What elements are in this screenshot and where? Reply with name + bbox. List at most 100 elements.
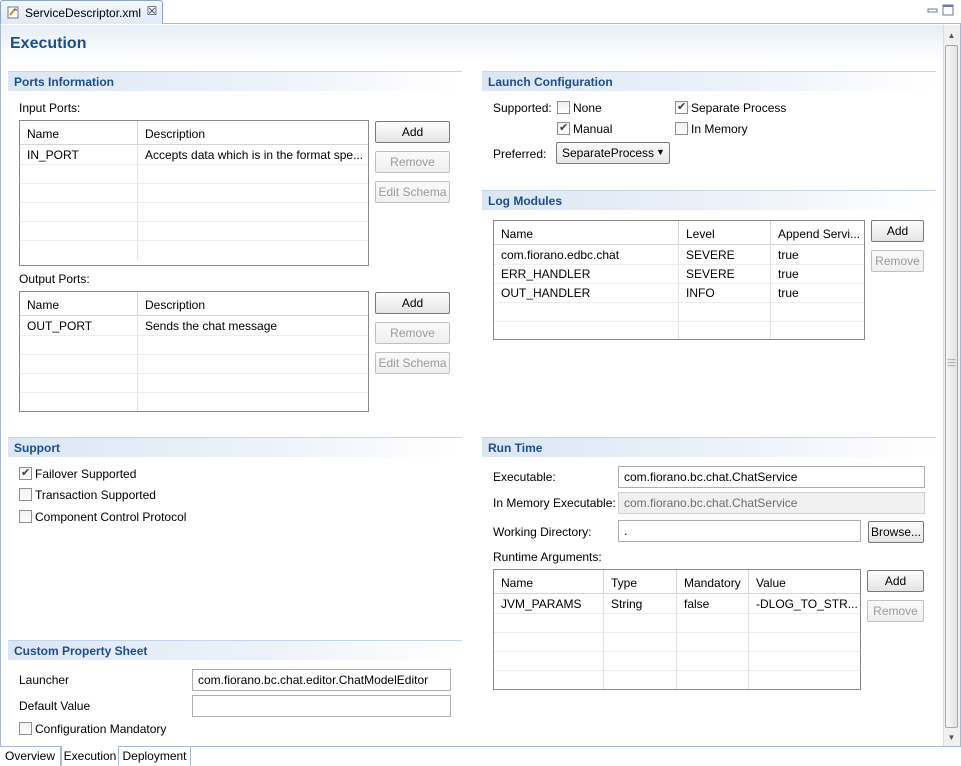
dropdown-arrow-icon: ▼: [656, 147, 665, 157]
column-header-value[interactable]: Value: [749, 570, 860, 594]
scroll-down-icon[interactable]: ▼: [944, 729, 959, 746]
empty-row: [20, 203, 138, 222]
input-ports-table[interactable]: Name Description IN_PORT Accepts data wh…: [19, 120, 369, 266]
output-ports-table[interactable]: Name Description OUT_PORT Sends the chat…: [19, 291, 369, 412]
log-section-title: Log Modules: [488, 194, 562, 208]
table-row[interactable]: Sends the chat message: [138, 317, 368, 336]
table-row[interactable]: JVM_PARAMS: [494, 595, 604, 614]
column-header-description[interactable]: Description: [138, 121, 368, 145]
input-edit-schema-button[interactable]: Edit Schema: [375, 181, 450, 203]
supported-label: Supported:: [493, 101, 552, 115]
preferred-select[interactable]: SeparateProcess ▼: [556, 142, 670, 164]
empty-row: [138, 241, 368, 260]
column-header-mandatory[interactable]: Mandatory: [677, 570, 749, 594]
manual-checkbox[interactable]: [557, 121, 570, 135]
log-modules-table[interactable]: Name Level Append Servi... com.fiorano.e…: [493, 220, 865, 340]
empty-row: [771, 303, 864, 322]
launcher-input[interactable]: com.fiorano.bc.chat.editor.ChatModelEdit…: [192, 669, 451, 691]
empty-row: [677, 671, 749, 689]
runtime-remove-button[interactable]: Remove: [867, 600, 924, 622]
configuration-mandatory-checkbox[interactable]: [19, 722, 32, 735]
ports-section-title: Ports Information: [14, 75, 115, 89]
executable-input[interactable]: com.fiorano.bc.chat.ChatService: [618, 466, 925, 488]
empty-row: [20, 184, 138, 203]
table-row[interactable]: IN_PORT: [20, 146, 138, 165]
control-protocol-checkbox[interactable]: [19, 510, 32, 523]
table-row[interactable]: true: [771, 284, 864, 303]
transaction-label: Transaction Supported: [35, 488, 156, 502]
default-value-input[interactable]: [192, 695, 451, 717]
none-checkbox[interactable]: [557, 101, 570, 114]
empty-row: [494, 671, 604, 689]
empty-row: [677, 652, 749, 671]
tab-execution[interactable]: Execution: [61, 746, 119, 766]
empty-row: [604, 614, 677, 633]
in-memory-checkbox[interactable]: [675, 122, 688, 135]
runtime-add-button[interactable]: Add: [867, 570, 924, 592]
control-protocol-label: Component Control Protocol: [35, 510, 187, 524]
scroll-up-icon[interactable]: ▲: [944, 27, 959, 44]
column-header-name[interactable]: Name: [494, 570, 604, 594]
table-row[interactable]: true: [771, 246, 864, 265]
table-row[interactable]: false: [677, 595, 749, 614]
scrollbar-thumb[interactable]: [945, 45, 958, 728]
output-ports-label: Output Ports:: [19, 272, 90, 286]
failover-label: Failover Supported: [35, 467, 137, 481]
tab-overview[interactable]: Overview: [0, 746, 61, 766]
empty-row: [138, 355, 368, 374]
log-add-button[interactable]: Add: [871, 220, 924, 242]
failover-checkbox[interactable]: [19, 466, 32, 480]
column-header-name[interactable]: Name: [20, 292, 138, 316]
manual-label: Manual: [573, 122, 613, 136]
column-header-name[interactable]: Name: [20, 121, 138, 145]
page-title: Execution: [10, 35, 87, 52]
column-header-level[interactable]: Level: [679, 221, 771, 245]
preferred-label: Preferred:: [493, 147, 547, 161]
table-row[interactable]: SEVERE: [679, 246, 771, 265]
column-header-name[interactable]: Name: [494, 221, 679, 245]
close-icon[interactable]: ☒: [145, 4, 159, 20]
browse-button[interactable]: Browse...: [868, 521, 924, 543]
minimize-icon[interactable]: [926, 3, 940, 17]
transaction-checkbox[interactable]: [19, 488, 32, 501]
column-header-description[interactable]: Description: [138, 292, 368, 316]
separate-process-label: Separate Process: [691, 101, 787, 115]
table-row[interactable]: OUT_HANDLER: [494, 284, 679, 303]
table-row[interactable]: com.fiorano.edbc.chat: [494, 246, 679, 265]
log-remove-button[interactable]: Remove: [871, 250, 924, 272]
configuration-mandatory-label: Configuration Mandatory: [35, 722, 167, 736]
table-row[interactable]: true: [771, 265, 864, 284]
column-header-type[interactable]: Type: [604, 570, 677, 594]
table-row[interactable]: String: [604, 595, 677, 614]
table-row[interactable]: ERR_HANDLER: [494, 265, 679, 284]
empty-row: [771, 322, 864, 339]
table-row[interactable]: OUT_PORT: [20, 317, 138, 336]
in-memory-label: In Memory: [691, 122, 748, 136]
support-section-title: Support: [14, 441, 60, 455]
output-add-button[interactable]: Add: [375, 292, 450, 314]
default-value-label: Default Value: [19, 699, 91, 713]
empty-row: [749, 614, 860, 633]
in-memory-executable-input[interactable]: com.fiorano.bc.chat.ChatService: [618, 492, 925, 514]
separate-process-checkbox[interactable]: [675, 100, 688, 114]
scrollbar-grip-icon: — — —: [947, 355, 956, 370]
input-add-button[interactable]: Add: [375, 121, 450, 143]
table-row[interactable]: SEVERE: [679, 265, 771, 284]
runtime-arguments-table[interactable]: Name Type Mandatory Value JVM_PARAMS Str…: [493, 569, 861, 690]
tab-deployment[interactable]: Deployment: [119, 746, 191, 766]
table-row[interactable]: Accepts data which is in the format spe.…: [138, 146, 368, 165]
working-directory-label: Working Directory:: [493, 525, 592, 539]
table-row[interactable]: INFO: [679, 284, 771, 303]
working-directory-input[interactable]: .: [618, 520, 861, 542]
output-edit-schema-button[interactable]: Edit Schema: [375, 352, 450, 374]
maximize-icon[interactable]: [941, 3, 955, 17]
table-row[interactable]: -DLOG_TO_STR...: [749, 595, 860, 614]
input-remove-button[interactable]: Remove: [375, 151, 450, 173]
empty-row: [20, 393, 138, 411]
empty-row: [494, 652, 604, 671]
output-remove-button[interactable]: Remove: [375, 322, 450, 344]
column-header-append[interactable]: Append Servi...: [771, 221, 864, 245]
editor-tab-servicedescriptor[interactable]: ServiceDescriptor.xml ☒: [0, 0, 163, 24]
custom-section-title: Custom Property Sheet: [14, 644, 148, 658]
in-memory-executable-label: In Memory Executable:: [493, 496, 616, 510]
